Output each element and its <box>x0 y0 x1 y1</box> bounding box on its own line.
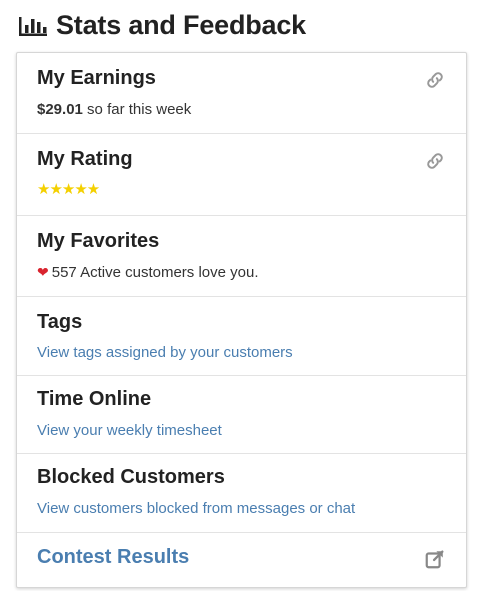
earnings-suffix: so far this week <box>82 101 192 118</box>
link-icon[interactable] <box>424 69 446 91</box>
tags-title: Tags <box>37 311 83 333</box>
section-header: Stats and Feedback <box>18 6 306 44</box>
time-online-row: Time Online View your weekly timesheet <box>17 376 466 454</box>
contest-results-link[interactable]: Contest Results <box>37 546 189 569</box>
stats-panel: My Earnings $29.01 so far this week My R… <box>16 52 467 588</box>
tags-row: Tags View tags assigned by your customer… <box>17 297 466 376</box>
favorites-row[interactable]: My Favorites ❤ 557 Active customers love … <box>17 216 466 297</box>
bar-chart-icon <box>19 17 47 36</box>
blocked-customers-title: Blocked Customers <box>37 466 225 488</box>
section-title: Stats and Feedback <box>56 9 306 40</box>
earnings-amount: $29.01 <box>37 101 83 118</box>
favorites-text: 557 Active customers love you. <box>51 264 259 281</box>
rating-title: My Rating <box>37 148 133 170</box>
rating-stars: ★★★★★ <box>37 181 100 198</box>
blocked-customers-row: Blocked Customers View customers blocked… <box>17 454 466 533</box>
timesheet-link[interactable]: View your weekly timesheet <box>37 422 222 439</box>
external-link-icon[interactable] <box>424 548 446 570</box>
earnings-title: My Earnings <box>37 67 156 89</box>
favorites-summary: ❤ 557 Active customers love you. <box>37 264 259 281</box>
heart-icon: ❤ <box>37 264 49 280</box>
blocked-customers-link[interactable]: View customers blocked from messages or … <box>37 500 355 517</box>
link-icon[interactable] <box>424 150 446 172</box>
earnings-row[interactable]: My Earnings $29.01 so far this week <box>17 53 466 134</box>
contest-results-row[interactable]: Contest Results <box>17 533 466 587</box>
tags-link[interactable]: View tags assigned by your customers <box>37 344 293 361</box>
earnings-summary: $29.01 so far this week <box>37 101 191 118</box>
favorites-title: My Favorites <box>37 230 160 252</box>
time-online-title: Time Online <box>37 388 152 410</box>
rating-row[interactable]: My Rating ★★★★★ <box>17 134 466 216</box>
